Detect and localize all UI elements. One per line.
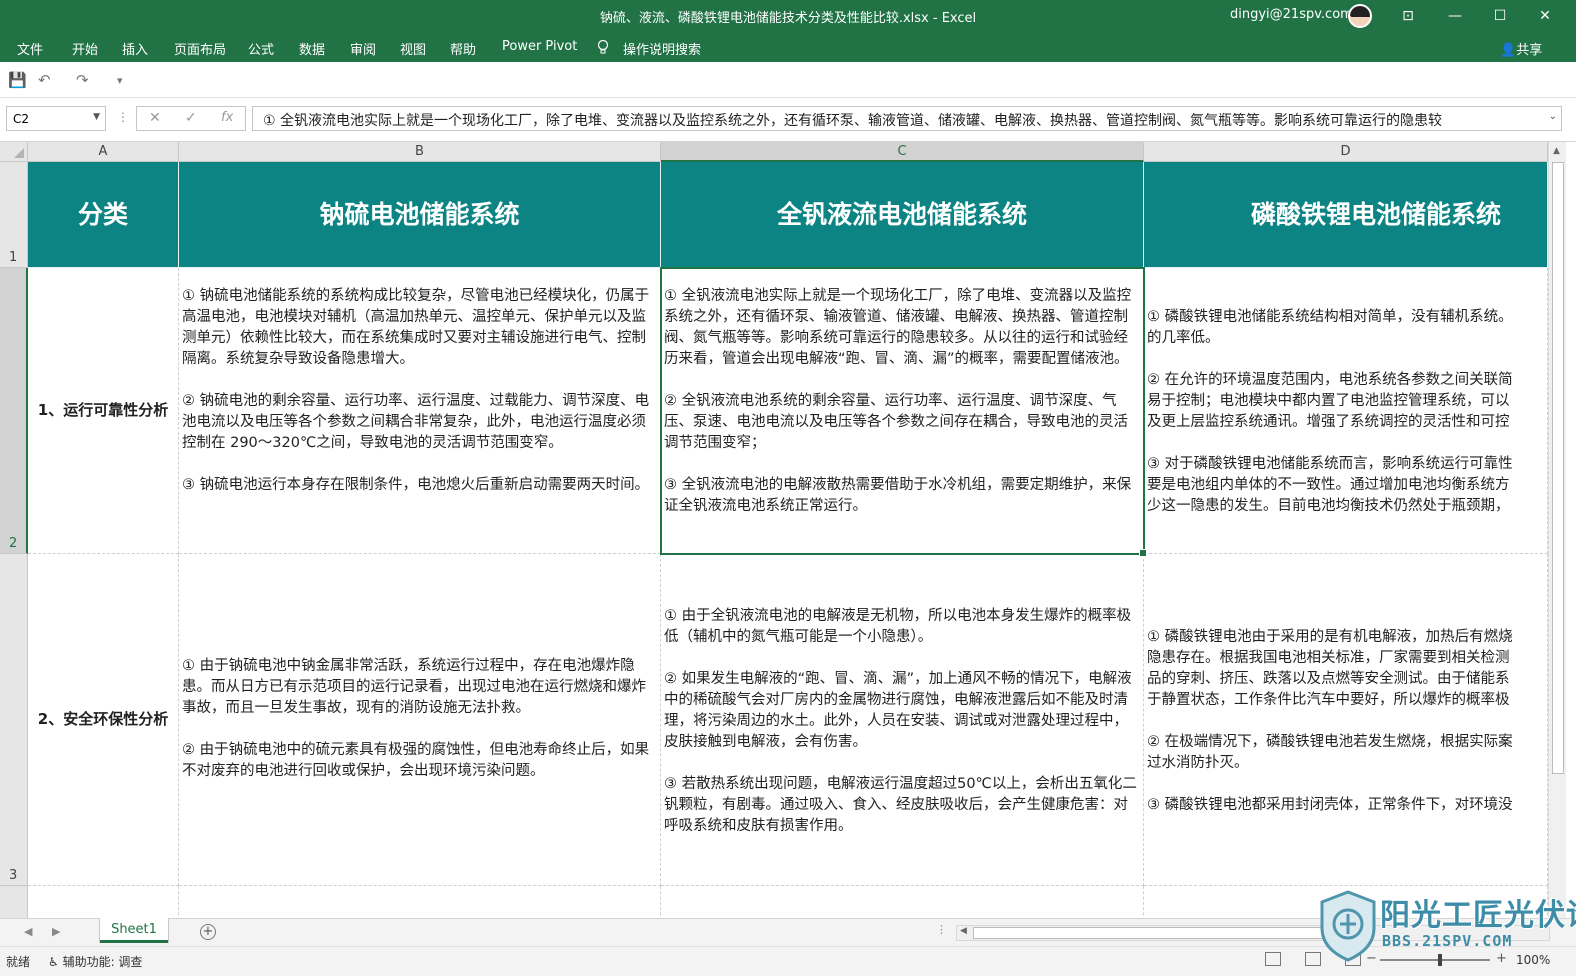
cell-c3[interactable]: ① 由于全钒液流电池的电解液是无机物，所以电池本身发生爆炸的概率极低（辅机中的氮… [661,554,1144,886]
header-cell-nas[interactable]: 钠硫电池储能系统 [179,162,661,268]
cell-d2[interactable]: ① 磷酸铁锂电池储能系统结构相对简单，没有辅机系统。 的几率低。 ② 在允许的环… [1144,268,1548,554]
enter-icon[interactable]: ✓ [185,110,197,126]
title-bar: 钠硫、液流、磷酸铁锂电池储能技术分类及性能比较.xlsx - Excel din… [0,0,1576,32]
vertical-scrollbar[interactable]: ▲ [1548,142,1566,918]
row-header-1[interactable]: 1 [0,162,28,268]
accessibility-status[interactable]: ♿ 辅助功能: 调查 [48,953,142,970]
tab-page-layout[interactable]: 页面布局 [174,39,226,58]
tell-me-search[interactable]: 操作说明搜索 [623,39,701,58]
accessibility-icon: ♿ [48,955,63,969]
name-box-value: C2 [13,112,30,126]
row-number: 1 [9,250,18,265]
insert-function-icon[interactable]: fx [221,110,233,125]
column-header-d[interactable]: D [1144,142,1548,162]
formula-input[interactable]: ① 全钒液流电池实际上就是一个现场化工厂，除了电堆、变流器以及监控系统之外，还有… [252,106,1562,131]
formula-buttons: ✕ ✓ fx [136,106,246,131]
lightbulb-icon[interactable] [597,40,609,55]
scroll-up-icon[interactable]: ▲ [1553,146,1560,156]
horizontal-scroll-thumb[interactable] [973,927,1333,939]
next-sheet-icon[interactable]: ▶ [52,925,60,938]
watermark-brand: 阳光工匠光伏论坛 [1380,898,1576,933]
tab-power-pivot[interactable]: Power Pivot [502,39,577,54]
sheet-tab-sheet1[interactable]: Sheet1 [100,918,168,943]
row-number: 3 [9,868,18,883]
column-header-c[interactable]: C [661,142,1144,162]
row-header-3[interactable]: 3 [0,554,28,886]
tab-review[interactable]: 审阅 [350,39,376,58]
accessibility-label: 辅助功能: 调查 [62,955,143,969]
tab-insert[interactable]: 插入 [122,39,148,58]
save-icon[interactable]: 💾 [8,71,27,89]
formula-bar: C2 ▼ ⋮ ✕ ✓ fx ① 全钒液流电池实际上就是一个现场化工厂，除了电堆、变… [0,98,1576,142]
shield-logo-icon [1320,890,1376,962]
cell-a4[interactable] [28,886,179,918]
redo-icon[interactable]: ↷ [76,71,89,89]
maximize-button[interactable]: ☐ [1485,4,1515,28]
cell-d3[interactable]: ① 磷酸铁锂电池由于采用的是有机电解液，加热后有燃烧 隐患存在。根据我国电池相关… [1144,554,1548,886]
expand-formula-bar-icon[interactable]: ⌄ [1549,111,1557,122]
cell-text: ① 由于钠硫电池中钠金属非常活跃，系统运行过程中，存在电池爆炸隐患。而从日方已有… [182,658,650,779]
avatar[interactable] [1348,4,1372,28]
scroll-left-icon[interactable]: ◀ [960,926,967,936]
person-icon: 👤 [1500,43,1517,58]
tab-data[interactable]: 数据 [299,39,325,58]
vertical-scroll-thumb[interactable] [1552,162,1564,774]
cell-b3[interactable]: ① 由于钠硫电池中钠金属非常活跃，系统运行过程中，存在电池爆炸隐患。而从日方已有… [179,554,661,886]
tab-view[interactable]: 视图 [400,39,426,58]
account-name[interactable]: dingyi@21spv.com [1230,7,1353,22]
cell-text: ① 磷酸铁锂电池储能系统结构相对简单，没有辅机系统。 的几率低。 ② 在允许的环… [1147,309,1513,514]
minimize-button[interactable]: — [1440,4,1470,28]
tab-formulas[interactable]: 公式 [248,39,274,58]
status-ready: 就绪 [6,955,31,969]
cell-text: ① 磷酸铁锂电池由于采用的是有机电解液，加热后有燃烧 隐患存在。根据我国电池相关… [1147,629,1513,813]
ribbon-display-options-icon[interactable]: ⊡ [1393,4,1423,28]
row-number: 2 [9,536,18,551]
header-cell-lfp[interactable]: 磷酸铁锂电池储能系统 [1144,162,1548,268]
prev-sheet-icon[interactable]: ◀ [24,925,32,938]
cell-b2[interactable]: ① 钠硫电池储能系统的系统构成比较复杂，尽管电池已经模块化，仍属于高温电池，电池… [179,268,661,554]
column-header-b[interactable]: B [179,142,661,162]
undo-icon[interactable]: ↶ [38,71,51,89]
ribbon-tabs: 文件 开始 插入 页面布局 公式 数据 审阅 视图 帮助 Power Pivot… [0,32,1576,62]
category-cell-reliability[interactable]: 1、运行可靠性分析 [28,268,179,554]
watermark-url: BBS.21SPV.COM [1382,932,1513,950]
header-cell-vrfb[interactable]: 全钒液流电池储能系统 [661,162,1144,268]
select-all-button[interactable] [0,142,28,162]
cell-c4[interactable] [661,886,1144,918]
forum-watermark: 阳光工匠光伏论坛 BBS.21SPV.COM [1316,888,1576,964]
active-cell-border [660,267,1147,557]
cell-text: ① 钠硫电池储能系统的系统构成比较复杂，尽管电池已经模块化，仍属于高温电池，电池… [182,288,650,493]
normal-view-icon[interactable] [1265,952,1281,966]
customize-qat-icon[interactable]: ▾ [117,74,123,87]
category-cell-safety[interactable]: 2、安全环保性分析 [28,554,179,886]
formula-value: ① 全钒液流电池实际上就是一个现场化工厂，除了电堆、变流器以及监控系统之外，还有… [263,113,1442,129]
close-button[interactable]: ✕ [1530,4,1560,28]
cell-b4[interactable] [179,886,661,918]
chevron-down-icon[interactable]: ▼ [93,112,100,122]
share-button[interactable]: 👤共享 [1500,39,1542,58]
tab-file[interactable]: 文件 [17,39,43,58]
row-header-2[interactable]: 2 [0,268,28,554]
share-label: 共享 [1516,43,1543,58]
tab-help[interactable]: 帮助 [450,39,476,58]
cancel-icon[interactable]: ✕ [149,110,161,126]
row-header-4[interactable] [0,886,28,918]
worksheet-grid[interactable]: A B C D 1 2 3 分类 钠硫电池储能系统 全钒液流电池储能系统 磷酸铁… [0,142,1576,918]
tab-home[interactable]: 开始 [72,39,98,58]
name-box[interactable]: C2 ▼ [6,106,106,131]
column-header-a[interactable]: A [28,142,179,162]
add-sheet-button[interactable]: + [200,924,216,940]
formula-bar-grip-icon[interactable]: ⋮ [117,110,129,124]
cell-text: ① 由于全钒液流电池的电解液是无机物，所以电池本身发生爆炸的概率极低（辅机中的氮… [664,608,1137,834]
header-cell-category[interactable]: 分类 [28,162,179,268]
tab-splitter-icon[interactable]: ⋮ [936,923,947,936]
quick-access-toolbar: 💾 ↶ ↷ ▾ [0,62,1576,98]
